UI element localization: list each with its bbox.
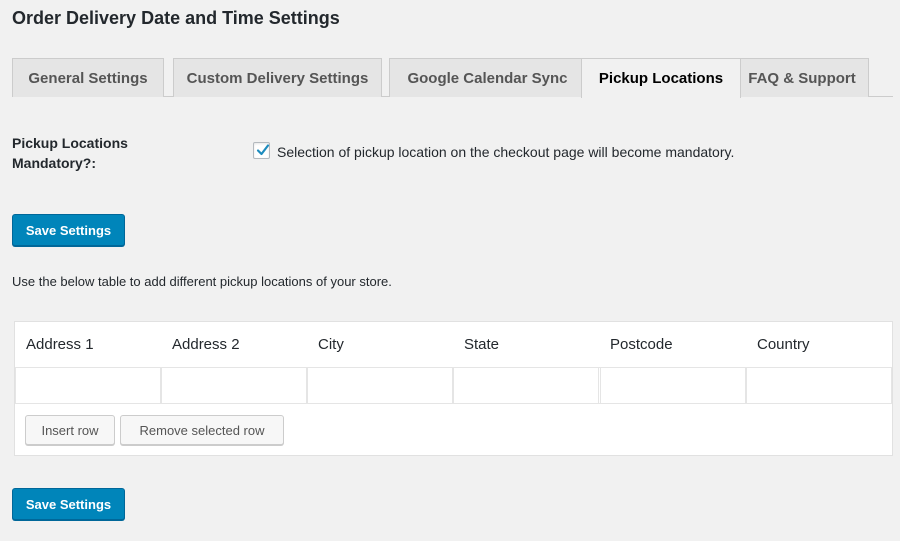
tab-pickup-locations[interactable]: Pickup Locations: [581, 58, 741, 98]
pickup-locations-table: Address 1 Address 2 City State Postcode …: [14, 321, 893, 456]
tab-faq-support[interactable]: FAQ & Support: [735, 58, 869, 97]
settings-tabs: General Settings Custom Delivery Setting…: [12, 58, 893, 98]
column-header-country: Country: [757, 336, 810, 353]
address-2-cell[interactable]: [161, 367, 307, 404]
tab-custom-delivery-settings[interactable]: Custom Delivery Settings: [173, 58, 382, 97]
column-header-address-2: Address 2: [172, 336, 240, 353]
column-header-state: State: [464, 336, 500, 353]
checkmark-icon: [256, 144, 270, 156]
remove-selected-row-button[interactable]: Remove selected row: [120, 415, 284, 445]
address-1-cell[interactable]: [15, 367, 161, 404]
city-cell[interactable]: [307, 367, 453, 404]
pickup-mandatory-description: Selection of pickup location on the chec…: [277, 144, 735, 160]
column-header-postcode: Postcode: [610, 336, 673, 353]
table-intro-text: Use the below table to add different pic…: [12, 274, 392, 289]
page-title: Order Delivery Date and Time Settings: [12, 8, 340, 28]
country-cell[interactable]: [746, 367, 892, 404]
insert-row-button[interactable]: Insert row: [25, 415, 115, 445]
pickup-mandatory-label: Pickup Locations Mandatory?:: [12, 135, 128, 171]
postcode-cell[interactable]: [600, 367, 746, 404]
tab-google-calendar-sync[interactable]: Google Calendar Sync: [389, 58, 586, 97]
state-cell[interactable]: [453, 367, 599, 404]
column-header-city: City: [318, 336, 344, 353]
save-settings-button-top[interactable]: Save Settings: [12, 214, 125, 246]
column-header-address-1: Address 1: [26, 336, 94, 353]
tab-general-settings[interactable]: General Settings: [12, 58, 164, 97]
save-settings-button-bottom[interactable]: Save Settings: [12, 488, 125, 520]
pickup-mandatory-checkbox[interactable]: [253, 142, 270, 159]
